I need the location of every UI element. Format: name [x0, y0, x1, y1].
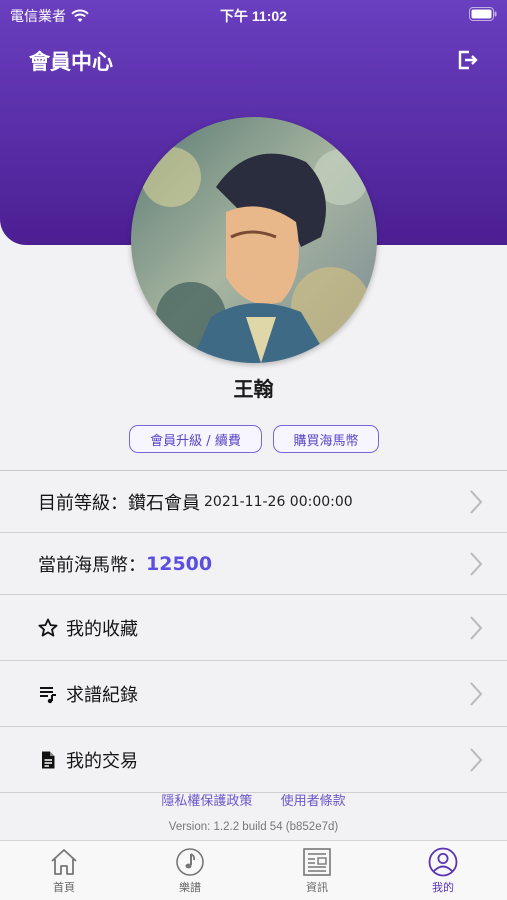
- user-name: 王翰: [233, 377, 274, 401]
- chevron-right-icon: [470, 489, 483, 514]
- footer-links: 隱私權保護政策 使用者條款: [0, 790, 507, 809]
- menu-item-favorites[interactable]: 我的收藏: [0, 595, 507, 661]
- chevron-right-icon: [470, 747, 483, 772]
- playlist-icon: [40, 686, 56, 703]
- upgrade-membership-button[interactable]: 會員升級 / 續費: [129, 425, 262, 453]
- tab-my-account[interactable]: 我的: [403, 847, 483, 895]
- requests-label: 求譜紀錄: [66, 684, 138, 706]
- tab-news[interactable]: 資訊: [277, 847, 357, 895]
- menu-item-requests[interactable]: 求譜紀錄: [0, 661, 507, 727]
- battery-icon: [469, 7, 497, 21]
- status-time: 下午 11:02: [220, 8, 287, 24]
- avatar[interactable]: [131, 117, 377, 363]
- tab-bar: 首頁 樂譜 資訊 我的: [0, 840, 507, 900]
- coins-label: 當前海馬幣：: [38, 554, 146, 576]
- tab-home[interactable]: 首頁: [24, 847, 104, 895]
- document-icon: [42, 751, 55, 768]
- chevron-right-icon: [470, 681, 483, 706]
- home-icon: [51, 849, 77, 875]
- level-expiry-date: 2021-11-26 00:00:00: [204, 493, 353, 510]
- version-text: Version: 1.2.2 build 54 (b852e7d): [168, 821, 339, 833]
- menu-item-level[interactable]: 目前等級：鑽石會員 2021-11-26 00:00:00: [0, 471, 507, 533]
- star-icon: [38, 618, 58, 636]
- logout-icon: [458, 50, 478, 70]
- terms-of-use-link[interactable]: 使用者條款: [281, 794, 346, 809]
- chevron-right-icon: [470, 615, 483, 640]
- user-icon: [428, 847, 458, 877]
- tab-label-news: 資訊: [306, 881, 328, 894]
- tab-sheet-music[interactable]: 樂譜: [150, 847, 230, 895]
- tab-label-sheet-music: 樂譜: [179, 881, 201, 894]
- privacy-policy-link[interactable]: 隱私權保護政策: [161, 794, 252, 809]
- music-note-icon: [176, 848, 204, 876]
- avatar-image: [131, 117, 377, 363]
- tab-label-my-account: 我的: [432, 881, 454, 894]
- status-bar: 電信業者 下午 11:02: [0, 0, 507, 30]
- buy-coins-button[interactable]: 購買海馬幣: [273, 425, 379, 453]
- news-icon: [303, 848, 331, 876]
- menu-list: 目前等級：鑽石會員 2021-11-26 00:00:00 當前海馬幣： 125…: [0, 470, 507, 793]
- logout-button[interactable]: [455, 48, 479, 72]
- coins-value: 12500: [146, 552, 213, 575]
- menu-item-coins[interactable]: 當前海馬幣： 12500: [0, 533, 507, 595]
- page-title: 會員中心: [29, 50, 113, 74]
- level-label: 目前等級：鑽石會員: [38, 492, 200, 514]
- menu-item-transactions[interactable]: 我的交易: [0, 727, 507, 793]
- favorites-label: 我的收藏: [66, 618, 138, 640]
- transactions-label: 我的交易: [66, 750, 138, 772]
- chevron-right-icon: [470, 551, 483, 576]
- tab-label-home: 首頁: [53, 881, 75, 894]
